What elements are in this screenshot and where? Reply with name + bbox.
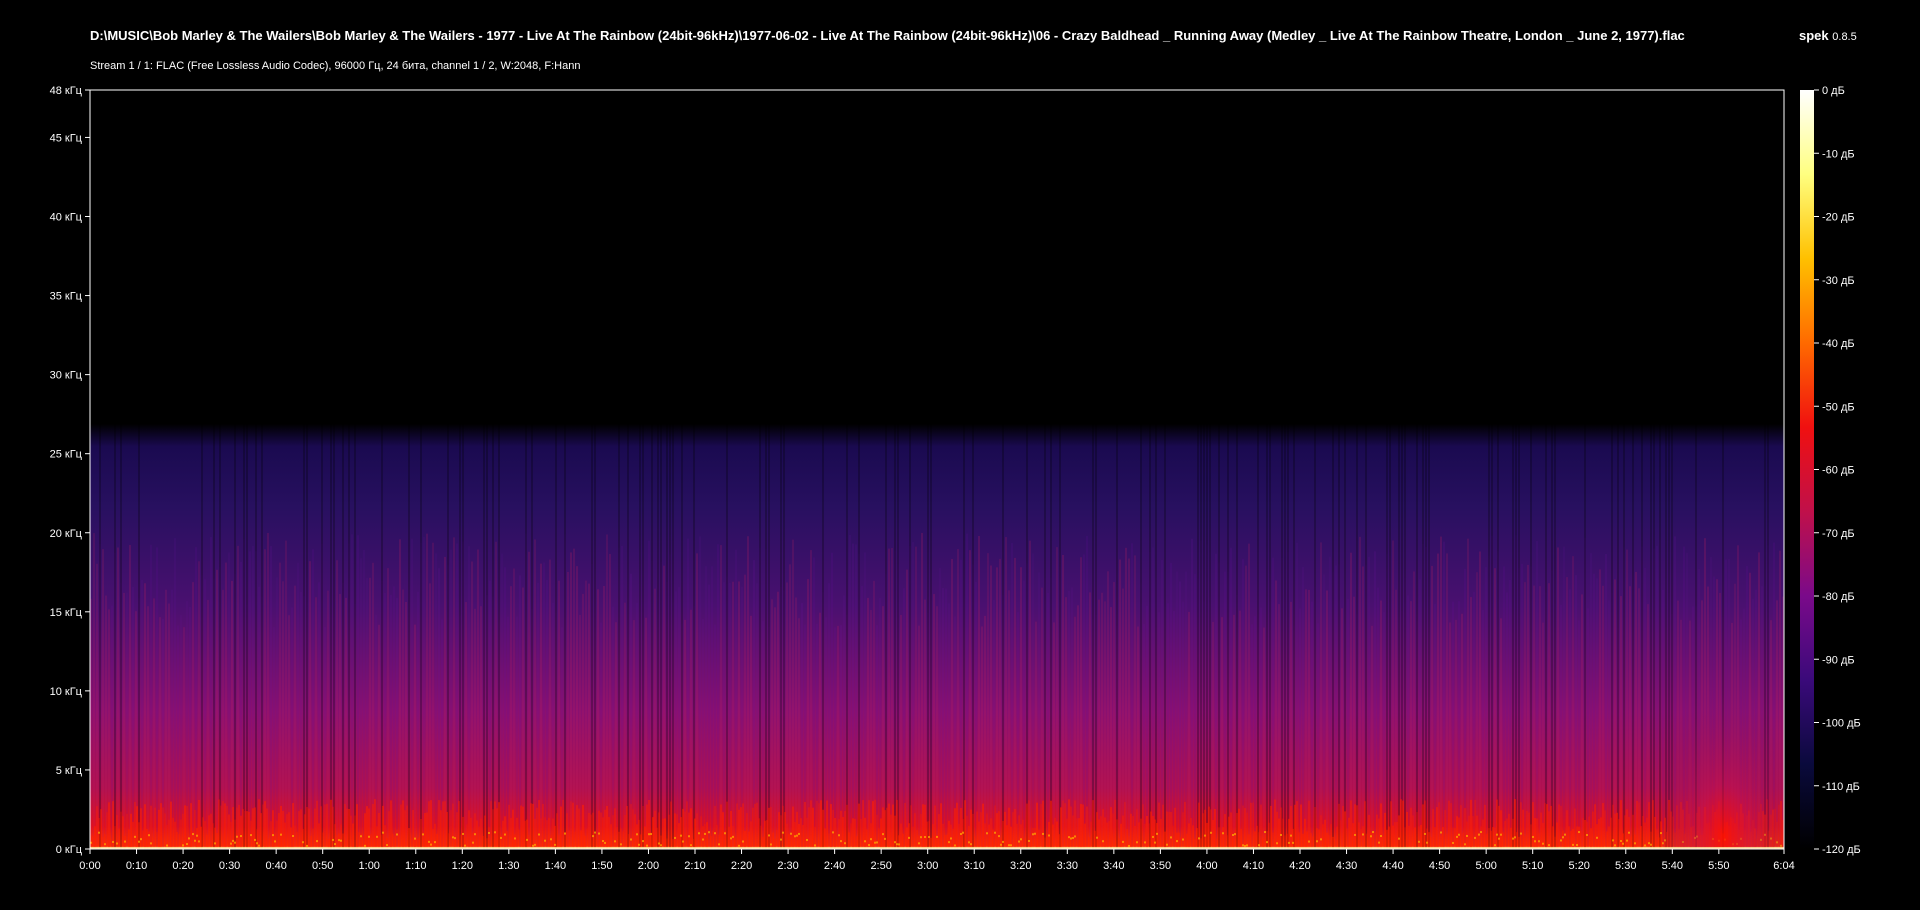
x-tick-label: 4:10: [1243, 860, 1264, 872]
x-tick-label: 5:10: [1522, 860, 1543, 872]
x-tick-label: 0:10: [126, 860, 147, 872]
x-tick-label: 1:20: [452, 860, 473, 872]
colorbar-tick-label: -30 дБ: [1822, 275, 1855, 287]
x-tick-label: 2:00: [638, 860, 659, 872]
x-tick-label: 4:30: [1336, 860, 1357, 872]
colorbar-tick-label: -120 дБ: [1822, 844, 1861, 856]
x-tick-label: 2:40: [824, 860, 845, 872]
x-tick-label: 5:40: [1662, 860, 1683, 872]
x-tick-label: 5:00: [1475, 860, 1496, 872]
x-tick-label: 1:30: [498, 860, 519, 872]
x-tick-label: 0:00: [79, 860, 100, 872]
x-tick-label: 1:40: [545, 860, 566, 872]
x-tick-label: 0:30: [219, 860, 240, 872]
x-tick-label: 3:50: [1150, 860, 1171, 872]
x-tick-label: 1:50: [591, 860, 612, 872]
colorbar-tick-label: 0 дБ: [1822, 85, 1845, 97]
x-tick-label: 0:50: [312, 860, 333, 872]
spectrogram-area: [90, 90, 1784, 849]
x-tick-label: 5:30: [1615, 860, 1636, 872]
y-tick-label: 0 кГц: [56, 844, 83, 856]
x-tick-label: 5:50: [1708, 860, 1729, 872]
y-tick-label: 20 кГц: [50, 528, 83, 540]
colorbar-tick-label: -20 дБ: [1822, 212, 1855, 224]
x-tick-label: 4:50: [1429, 860, 1450, 872]
x-tick-label: 3:30: [1057, 860, 1078, 872]
colorbar-tick-label: -70 дБ: [1822, 528, 1855, 540]
x-tick-label: 2:20: [731, 860, 752, 872]
tail-section-glow: [1663, 596, 1784, 849]
y-tick-label: 48 кГц: [50, 85, 83, 97]
x-tick-label: 0:20: [172, 860, 193, 872]
colorbar-tick-label: -10 дБ: [1822, 148, 1855, 160]
colorbar-tick-label: -100 дБ: [1822, 718, 1861, 730]
spectrogram-chart: 0 кГц 5 кГц 10 кГц 15 кГц 20 кГц 25 кГц 30 кГц…: [50, 85, 1861, 872]
x-tick-label: 3:40: [1103, 860, 1124, 872]
colorbar: 0 дБ -10 дБ -20 дБ -30 дБ -40 дБ -50 дБ -60 дБ…: [1800, 85, 1861, 856]
x-tick-label: 4:00: [1196, 860, 1217, 872]
x-tick-label: 4:40: [1382, 860, 1403, 872]
y-tick-label: 45 кГц: [50, 132, 83, 144]
x-tick-label: 2:50: [870, 860, 891, 872]
colorbar-tick-label: -90 дБ: [1822, 654, 1855, 666]
colorbar-tick-label: -80 дБ: [1822, 591, 1855, 603]
x-tick-label: 2:30: [777, 860, 798, 872]
x-tick-label: 4:20: [1289, 860, 1310, 872]
colorbar-tick-label: -110 дБ: [1822, 781, 1860, 793]
x-tick-label: 3:10: [964, 860, 985, 872]
x-tick-label: 0:40: [265, 860, 286, 872]
x-tick-label: 1:00: [359, 860, 380, 872]
x-tick-label: 1:10: [405, 860, 426, 872]
x-tick-label: 6:04: [1773, 860, 1794, 872]
y-tick-label: 10 кГц: [50, 686, 83, 698]
y-tick-label: 35 кГц: [50, 291, 83, 303]
colorbar-tick-label: -60 дБ: [1822, 465, 1855, 477]
x-tick-label: 3:20: [1010, 860, 1031, 872]
y-tick-label: 30 кГц: [50, 370, 83, 382]
y-tick-label: 5 кГц: [56, 765, 83, 777]
x-tick-label: 2:10: [684, 860, 705, 872]
colorbar-gradient: [1800, 90, 1814, 849]
y-tick-label: 25 кГц: [50, 449, 83, 461]
x-tick-label: 3:00: [917, 860, 938, 872]
y-tick-label: 15 кГц: [50, 607, 83, 619]
colorbar-tick-label: -40 дБ: [1822, 338, 1855, 350]
y-tick-label: 40 кГц: [50, 212, 83, 224]
x-tick-label: 5:20: [1569, 860, 1590, 872]
colorbar-tick-label: -50 дБ: [1822, 401, 1855, 413]
